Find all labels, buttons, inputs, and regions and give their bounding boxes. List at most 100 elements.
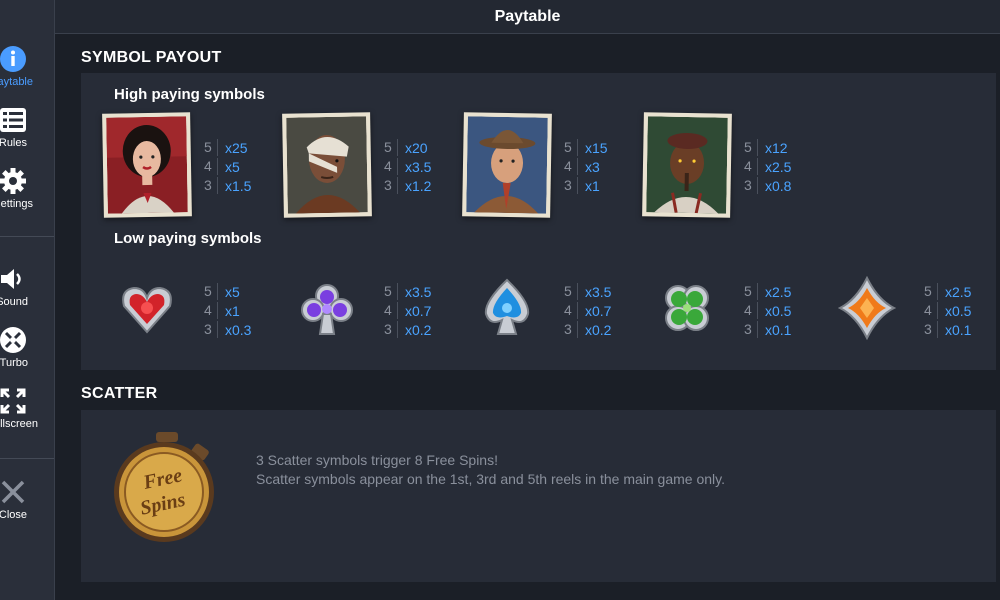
scatter-description: 3 Scatter symbols trigger 8 Free Spins! … xyxy=(256,451,725,489)
pay-count: 3 xyxy=(564,177,578,194)
pay-multiplier: x0.2 xyxy=(405,321,432,338)
pay-count: 3 xyxy=(744,321,758,338)
pay-row: 3 x1.5 xyxy=(204,176,274,195)
pay-row: 4 x5 xyxy=(204,157,274,176)
sidebar-item-label: Settings xyxy=(0,198,33,210)
pay-count: 5 xyxy=(384,283,398,300)
sidebar: Paytable Rules Settings Sound Turbo Full… xyxy=(0,0,55,600)
turbo-icon xyxy=(0,325,28,355)
pay-count: 3 xyxy=(564,321,578,338)
sidebar-divider xyxy=(0,236,54,237)
pay-count: 4 xyxy=(564,302,578,319)
paytable-bandaged-man-portrait: 5 x20 4 x3.5 3 x1.2 xyxy=(384,138,454,195)
pay-multiplier: x2.5 xyxy=(765,283,792,300)
pay-count: 5 xyxy=(744,139,758,156)
pay-multiplier: x12 xyxy=(765,139,788,156)
pay-multiplier: x0.7 xyxy=(585,302,612,319)
pay-count: 4 xyxy=(744,302,758,319)
section-title-symbol-payout: SYMBOL PAYOUT xyxy=(81,49,222,66)
page-title: Paytable xyxy=(494,8,561,25)
pay-multiplier: x5 xyxy=(225,283,240,300)
pay-count: 3 xyxy=(744,177,758,194)
pay-row: 5 x15 xyxy=(564,138,634,157)
pay-multiplier: x0.5 xyxy=(765,302,792,319)
pay-row: 3 x0.1 xyxy=(744,320,814,339)
free-spins-scatter-symbol: Free Spins xyxy=(110,430,222,551)
sidebar-item-settings[interactable]: Settings xyxy=(0,166,54,222)
pay-row: 3 x0.2 xyxy=(384,320,454,339)
paytable-heart-symbol: 5 x5 4 x1 3 x0.3 xyxy=(204,282,274,339)
pay-multiplier: x3.5 xyxy=(585,283,612,300)
paytable-diamond-symbol: 5 x2.5 4 x0.5 3 x0.1 xyxy=(924,282,994,339)
pay-multiplier: x3.5 xyxy=(405,283,432,300)
pay-multiplier: x1 xyxy=(585,177,600,194)
fullscreen-icon xyxy=(0,386,28,416)
paytable-clover-symbol: 5 x2.5 4 x0.5 3 x0.1 xyxy=(744,282,814,339)
pay-row: 3 x0.2 xyxy=(564,320,634,339)
pay-multiplier: x0.5 xyxy=(945,302,972,319)
pay-count: 3 xyxy=(384,321,398,338)
low-paying-heading: Low paying symbols xyxy=(114,230,262,247)
pay-count: 3 xyxy=(924,321,938,338)
pay-row: 3 x0.8 xyxy=(744,176,814,195)
pay-multiplier: x20 xyxy=(405,139,428,156)
pay-row: 5 x20 xyxy=(384,138,454,157)
sidebar-item-label: Fullscreen xyxy=(0,418,38,430)
pay-count: 3 xyxy=(384,177,398,194)
header-bar: Paytable xyxy=(55,0,1000,34)
scatter-line-1: 3 Scatter symbols trigger 8 Free Spins! xyxy=(256,452,498,468)
speaker-icon xyxy=(0,264,28,294)
pay-row: 4 x3.5 xyxy=(384,157,454,176)
paytable-cigar-man-portrait: 5 x12 4 x2.5 3 x0.8 xyxy=(744,138,814,195)
pay-count: 4 xyxy=(924,302,938,319)
pay-multiplier: x1 xyxy=(225,302,240,319)
pay-count: 3 xyxy=(204,177,218,194)
sidebar-item-rules[interactable]: Rules xyxy=(0,105,54,161)
close-icon xyxy=(0,477,28,507)
pay-count: 5 xyxy=(564,283,578,300)
paytable-fedora-man-portrait: 5 x15 4 x3 3 x1 xyxy=(564,138,634,195)
list-icon xyxy=(0,105,28,135)
pay-row: 4 x3 xyxy=(564,157,634,176)
pay-count: 5 xyxy=(564,139,578,156)
pay-row: 4 x0.5 xyxy=(744,301,814,320)
pay-count: 3 xyxy=(204,321,218,338)
pay-row: 4 x0.5 xyxy=(924,301,994,320)
pay-multiplier: x25 xyxy=(225,139,248,156)
pay-count: 5 xyxy=(204,283,218,300)
sidebar-item-turbo[interactable]: Turbo xyxy=(0,325,54,381)
pay-count: 4 xyxy=(384,302,398,319)
sidebar-item-fullscreen[interactable]: Fullscreen xyxy=(0,386,54,442)
pay-row: 5 x2.5 xyxy=(744,282,814,301)
pay-multiplier: x0.7 xyxy=(405,302,432,319)
pay-multiplier: x0.3 xyxy=(225,321,252,338)
heart-symbol xyxy=(118,280,176,343)
pay-multiplier: x1.2 xyxy=(405,177,432,194)
fedora-man-portrait-symbol xyxy=(462,112,552,218)
pay-row: 5 x5 xyxy=(204,282,274,301)
gear-icon xyxy=(0,166,28,196)
pay-row: 5 x12 xyxy=(744,138,814,157)
sidebar-item-sound[interactable]: Sound xyxy=(0,264,54,320)
sidebar-item-label: Close xyxy=(0,509,27,521)
woman-portrait-symbol xyxy=(102,112,192,218)
pay-row: 4 x0.7 xyxy=(384,301,454,320)
sidebar-item-label: Turbo xyxy=(0,357,28,369)
pay-row: 3 x1.2 xyxy=(384,176,454,195)
pay-count: 5 xyxy=(204,139,218,156)
spade-symbol xyxy=(478,276,536,343)
pay-count: 4 xyxy=(564,158,578,175)
pay-row: 4 x0.7 xyxy=(564,301,634,320)
pay-row: 5 x25 xyxy=(204,138,274,157)
paytable-club-symbol: 5 x3.5 4 x0.7 3 x0.2 xyxy=(384,282,454,339)
pay-row: 4 x2.5 xyxy=(744,157,814,176)
sidebar-item-close[interactable]: Close xyxy=(0,477,54,533)
cigar-man-portrait-symbol xyxy=(642,112,732,218)
pay-multiplier: x0.2 xyxy=(585,321,612,338)
bandaged-man-portrait-symbol xyxy=(282,112,372,218)
pay-multiplier: x2.5 xyxy=(945,283,972,300)
info-icon xyxy=(0,44,28,74)
sidebar-item-label: Sound xyxy=(0,296,28,308)
sidebar-item-paytable[interactable]: Paytable xyxy=(0,44,54,100)
pay-count: 4 xyxy=(204,158,218,175)
